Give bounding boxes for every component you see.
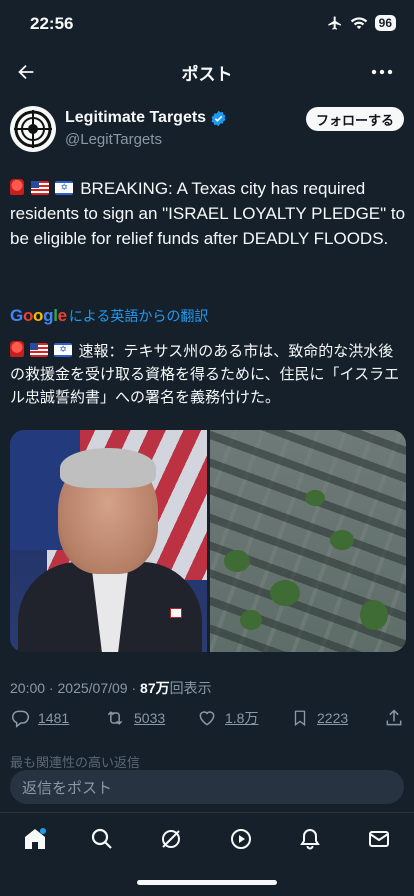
repost-icon bbox=[107, 711, 123, 725]
israel-flag-emoji-icon bbox=[54, 343, 73, 357]
top-header: ポスト bbox=[0, 50, 414, 94]
tree bbox=[330, 530, 354, 550]
tree bbox=[240, 610, 262, 630]
back-button[interactable] bbox=[12, 58, 40, 86]
translation-label: による英語からの翻訳 bbox=[68, 308, 209, 324]
reply-placeholder: 返信をポスト bbox=[22, 779, 113, 797]
verified-icon bbox=[211, 110, 226, 126]
reply-input[interactable]: 返信をポスト bbox=[10, 770, 404, 804]
like-icon bbox=[199, 711, 215, 726]
status-bar: 22:56 96 bbox=[0, 0, 414, 50]
post-meta: 20:00 · 2025/07/09 · 87万回表示 bbox=[10, 678, 212, 698]
post-actions: 1481 5033 1.8万 2223 bbox=[0, 708, 414, 736]
portrait-hair bbox=[60, 448, 156, 488]
google-logo: Google bbox=[10, 306, 67, 325]
post-date: 2025/07/09 bbox=[57, 680, 128, 696]
messages-icon bbox=[369, 831, 389, 847]
repost-button[interactable]: 5033 bbox=[104, 708, 165, 728]
nav-search[interactable] bbox=[88, 825, 116, 853]
translation-attribution[interactable]: Google による英語からの翻訳 bbox=[10, 306, 208, 326]
notifications-icon bbox=[300, 828, 320, 850]
like-button[interactable]: 1.8万 bbox=[197, 708, 258, 728]
us-flag-emoji-icon bbox=[30, 343, 49, 357]
view-label: 回表示 bbox=[169, 680, 212, 696]
tweet-text: BREAKING: A Texas city has required resi… bbox=[10, 176, 406, 251]
video-icon bbox=[231, 829, 251, 849]
crosshair-logo-icon bbox=[14, 110, 52, 148]
reply-button[interactable]: 1481 bbox=[10, 708, 69, 728]
follow-button[interactable]: フォローする bbox=[305, 107, 404, 131]
tree bbox=[360, 600, 388, 630]
nav-notifications[interactable] bbox=[296, 825, 324, 853]
more-button[interactable] bbox=[368, 58, 396, 86]
back-icon bbox=[18, 64, 34, 80]
flag-pin bbox=[170, 608, 182, 618]
avatar[interactable] bbox=[10, 106, 56, 152]
wifi-icon bbox=[350, 17, 367, 29]
bookmark-button[interactable]: 2223 bbox=[291, 708, 348, 728]
nav-home[interactable] bbox=[21, 825, 49, 853]
bookmark-count: 2223 bbox=[317, 710, 349, 726]
share-icon bbox=[386, 709, 402, 726]
airplane-icon bbox=[327, 16, 341, 30]
author-name-text: Legitimate Targets bbox=[65, 109, 207, 126]
nav-grok[interactable] bbox=[157, 825, 185, 853]
author-name[interactable]: Legitimate Targets bbox=[65, 109, 227, 127]
view-count: 87万 bbox=[140, 680, 170, 696]
like-count: 1.8万 bbox=[225, 710, 259, 726]
media-image-flood[interactable] bbox=[210, 430, 406, 652]
more-icon bbox=[371, 69, 393, 75]
repost-count: 5033 bbox=[134, 710, 166, 726]
post-time: 20:00 bbox=[10, 680, 46, 696]
status-time: 22:56 bbox=[30, 14, 74, 33]
tree bbox=[224, 550, 250, 572]
grok-icon bbox=[162, 830, 180, 848]
tree bbox=[305, 490, 325, 506]
nav-video[interactable] bbox=[227, 825, 255, 853]
translated-text: 速報：テキサス州のある市は、致命的な洪水後の救援金を受け取る資格を得るために、住… bbox=[10, 340, 406, 409]
search-icon bbox=[91, 828, 112, 849]
us-flag-emoji-icon bbox=[30, 181, 49, 195]
media-gallery bbox=[10, 430, 406, 652]
meta-separator: · bbox=[45, 680, 58, 696]
bookmark-icon bbox=[294, 710, 306, 727]
share-button[interactable] bbox=[384, 708, 404, 728]
battery-indicator: 96 bbox=[374, 15, 396, 31]
media-image-portrait[interactable] bbox=[10, 430, 207, 652]
tree bbox=[270, 580, 300, 606]
relevant-replies-label: 最も関連性の高い返信 bbox=[10, 755, 141, 770]
page-title: ポスト bbox=[181, 65, 233, 84]
siren-emoji-icon bbox=[10, 341, 24, 357]
author-handle[interactable]: @LegitTargets bbox=[65, 131, 162, 148]
home-icon bbox=[25, 828, 46, 849]
israel-flag-emoji-icon bbox=[55, 181, 74, 195]
meta-separator: · bbox=[127, 680, 141, 696]
siren-emoji-icon bbox=[10, 179, 24, 195]
home-indicator bbox=[137, 880, 277, 885]
nav-messages[interactable] bbox=[365, 825, 393, 853]
status-icons: 96 bbox=[327, 15, 396, 31]
reply-icon bbox=[12, 710, 30, 728]
reply-count: 1481 bbox=[38, 710, 70, 726]
